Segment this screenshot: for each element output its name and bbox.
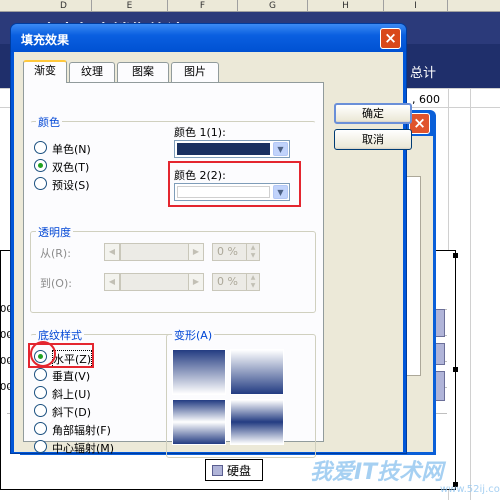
dialog-title: 填充效果 bbox=[21, 33, 70, 47]
radio-circle-selected bbox=[34, 159, 47, 172]
transparency-group-title: 透明度 bbox=[36, 224, 73, 240]
variant-3[interactable] bbox=[172, 399, 226, 445]
color1-swatch bbox=[177, 143, 270, 155]
radio-from-center[interactable]: 中心辐射(M) bbox=[34, 439, 134, 455]
radio-label: 单色(N) bbox=[52, 143, 91, 156]
gradient-tab-panel: 颜色 单色(N) 双色(T) 预设(S) 颜色 1(1): ▼ 颜色 2(2): bbox=[23, 82, 324, 458]
to-label: 到(O): bbox=[40, 277, 72, 290]
tab-pattern[interactable]: 图案 bbox=[117, 62, 169, 82]
radio-circle bbox=[34, 386, 47, 399]
to-slider[interactable] bbox=[120, 273, 190, 291]
variant-1[interactable] bbox=[172, 349, 226, 395]
radio-circle bbox=[34, 440, 47, 453]
radio-circle bbox=[34, 422, 47, 435]
chart-resize-handle[interactable] bbox=[453, 253, 458, 258]
chevron-right-icon[interactable]: ▶ bbox=[188, 273, 204, 291]
radio-circle bbox=[34, 404, 47, 417]
chevron-left-icon[interactable]: ◀ bbox=[104, 243, 120, 261]
highlight-color2 bbox=[168, 161, 301, 207]
to-spinbox[interactable]: 0 % ▲ ▼ bbox=[212, 273, 260, 291]
cancel-button[interactable]: 取消 bbox=[334, 129, 412, 150]
tab-texture[interactable]: 纹理 bbox=[69, 62, 115, 82]
legend-swatch bbox=[212, 465, 223, 476]
column-header-f[interactable]: F bbox=[168, 0, 238, 12]
column-header-d[interactable]: D bbox=[36, 0, 92, 12]
column-header-row: D E F G H I bbox=[0, 0, 500, 12]
radio-two-colors[interactable]: 双色(T) bbox=[34, 158, 104, 174]
spin-arrows-icon[interactable]: ▲ ▼ bbox=[246, 274, 259, 290]
chart-resize-handle[interactable] bbox=[453, 367, 458, 372]
from-slider[interactable] bbox=[120, 243, 190, 261]
chart-bar[interactable] bbox=[435, 309, 445, 337]
chevron-right-icon[interactable]: ▶ bbox=[188, 243, 204, 261]
chevron-down-icon: ▼ bbox=[273, 142, 288, 156]
site-watermark: 我爱IT技术网 www.52ij.com bbox=[290, 426, 500, 500]
radio-label: 斜下(D) bbox=[52, 406, 92, 419]
radio-dot bbox=[38, 163, 43, 168]
from-value: 0 % bbox=[217, 245, 238, 258]
chart-legend[interactable]: 硬盘 bbox=[205, 459, 263, 481]
dialog-close-button[interactable]: × bbox=[380, 28, 401, 49]
chart-bar[interactable] bbox=[435, 371, 445, 401]
radio-preset[interactable]: 预设(S) bbox=[34, 176, 104, 192]
radio-circle bbox=[34, 177, 47, 190]
dialog-body: 渐变 纹理 图案 图片 颜色 单色(N) 双色(T) 预设(S) 颜色 1(1)… bbox=[14, 52, 412, 458]
variant-4[interactable] bbox=[230, 399, 284, 445]
highlight-circle bbox=[30, 341, 56, 367]
radio-label: 双色(T) bbox=[52, 161, 90, 174]
spin-arrows-icon[interactable]: ▲ ▼ bbox=[246, 244, 259, 260]
radio-label: 预设(S) bbox=[52, 179, 90, 192]
radio-label: 中心辐射(M) bbox=[52, 442, 115, 455]
transparency-from-control: ◀ ▶ 0 % ▲ ▼ bbox=[82, 243, 312, 261]
ok-button[interactable]: 确定 bbox=[334, 103, 412, 124]
color1-label: 颜色 1(1): bbox=[174, 126, 226, 139]
column-header-e[interactable]: E bbox=[92, 0, 168, 12]
variants-group-title: 变形(A) bbox=[172, 327, 215, 343]
radio-from-corner[interactable]: 角部辐射(F) bbox=[34, 421, 134, 437]
radio-vertical[interactable]: 垂直(V) bbox=[34, 367, 114, 383]
radio-diagonal-up[interactable]: 斜上(U) bbox=[34, 385, 114, 401]
column-header-g[interactable]: G bbox=[238, 0, 308, 12]
from-spinbox[interactable]: 0 % ▲ ▼ bbox=[212, 243, 260, 261]
radio-label: 垂直(V) bbox=[52, 370, 91, 383]
variant-2[interactable] bbox=[230, 349, 284, 395]
watermark-text: 我爱IT技术网 bbox=[310, 460, 444, 485]
transparency-to-control: ◀ ▶ 0 % ▲ ▼ bbox=[82, 273, 312, 291]
chevron-left-icon[interactable]: ◀ bbox=[104, 273, 120, 291]
radio-one-color[interactable]: 单色(N) bbox=[34, 140, 104, 156]
radio-circle bbox=[34, 368, 47, 381]
radio-label: 斜上(U) bbox=[52, 388, 91, 401]
total-header: 总计 bbox=[410, 66, 437, 81]
colors-group-title: 颜色 bbox=[36, 114, 62, 130]
color1-dropdown[interactable]: ▼ bbox=[174, 140, 290, 158]
from-label: 从(R): bbox=[40, 247, 71, 260]
column-header-h[interactable]: H bbox=[308, 0, 384, 12]
radio-label: 角部辐射(F) bbox=[52, 424, 111, 437]
radio-diagonal-down[interactable]: 斜下(D) bbox=[34, 403, 114, 419]
tab-picture[interactable]: 图片 bbox=[171, 62, 219, 82]
radio-circle bbox=[34, 141, 47, 154]
to-value: 0 % bbox=[217, 275, 238, 288]
fill-effects-dialog: 填充效果 × 渐变 纹理 图案 图片 颜色 单色(N) 双色(T) 预设(S) bbox=[10, 23, 412, 458]
legend-label: 硬盘 bbox=[227, 464, 252, 478]
cell-value[interactable]: , 600 bbox=[412, 93, 440, 106]
under-dialog-close-button[interactable]: × bbox=[409, 113, 430, 134]
dialog-titlebar[interactable]: 填充效果 × bbox=[11, 24, 406, 52]
watermark-url: www.52ij.com bbox=[440, 484, 500, 495]
tab-gradient[interactable]: 渐变 bbox=[23, 60, 67, 83]
column-header-i[interactable]: I bbox=[384, 0, 448, 12]
